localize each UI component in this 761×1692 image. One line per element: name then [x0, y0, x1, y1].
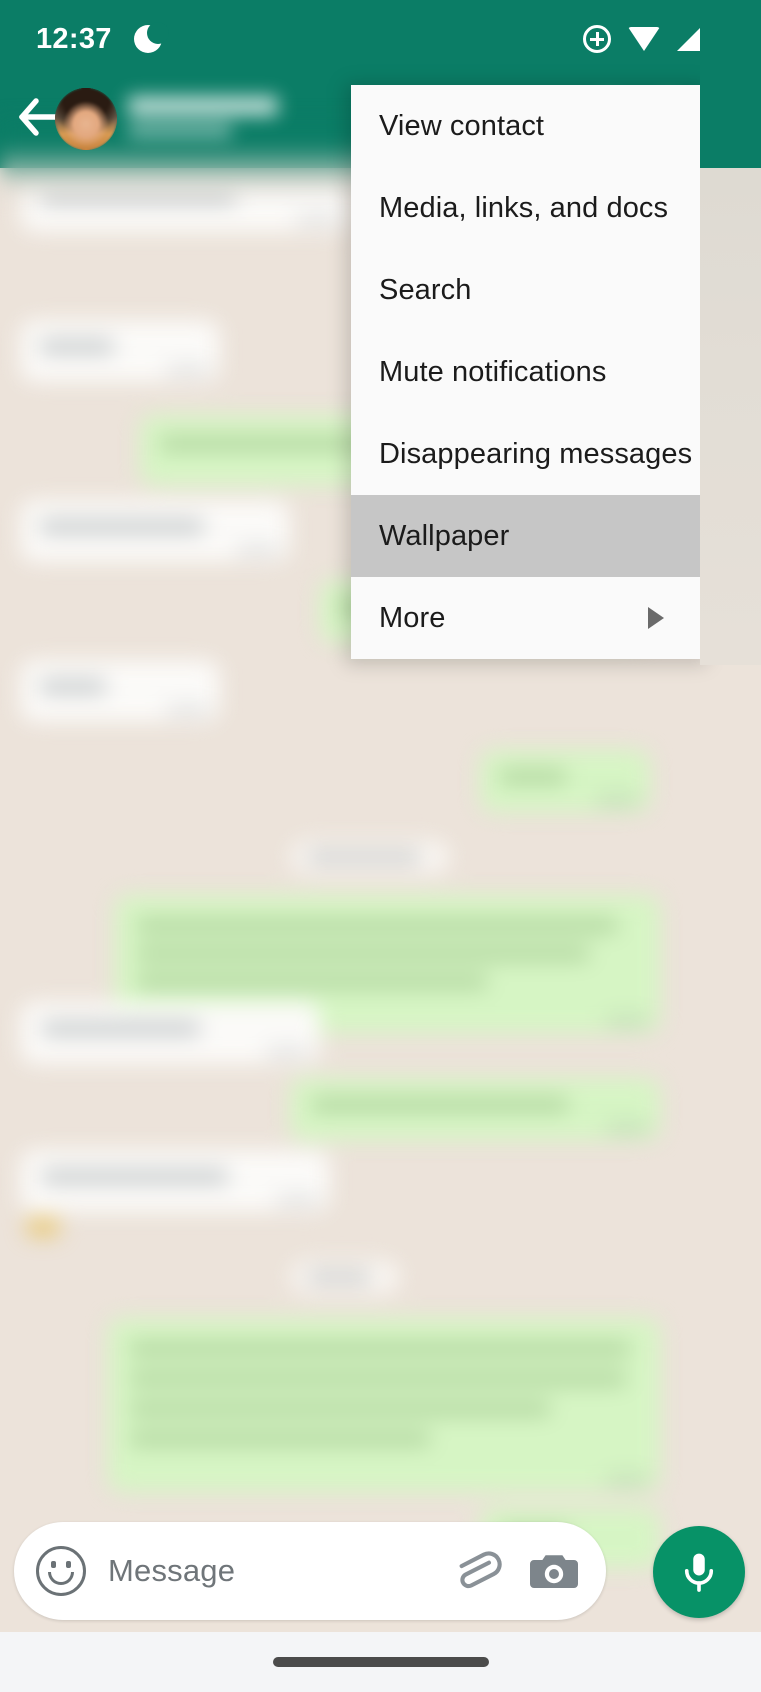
menu-item-search[interactable]: Search	[351, 249, 700, 331]
paperclip-icon[interactable]	[450, 1545, 502, 1597]
menu-item-label: Wallpaper	[379, 519, 510, 552]
location-icon	[583, 25, 611, 53]
voice-record-button[interactable]	[653, 1526, 745, 1618]
menu-item-view-contact[interactable]: View contact	[351, 85, 700, 167]
message-reaction	[22, 1206, 72, 1248]
message-input[interactable]: Message	[108, 1553, 450, 1589]
camera-icon[interactable]	[528, 1548, 580, 1594]
menu-item-label: More	[379, 601, 446, 634]
date-separator	[290, 840, 450, 874]
system-nav-bar	[0, 1632, 761, 1692]
message-bubble	[20, 320, 220, 382]
menu-item-label: Search	[379, 273, 472, 306]
dnd-moon-icon	[133, 22, 169, 53]
wifi-icon	[628, 27, 660, 51]
header-right-strip	[700, 0, 761, 168]
chevron-right-icon	[648, 607, 664, 629]
menu-item-wallpaper[interactable]: Wallpaper	[351, 495, 700, 577]
message-composer[interactable]: Message	[14, 1522, 606, 1620]
date-separator	[290, 1260, 400, 1294]
menu-item-mute-notifications[interactable]: Mute notifications	[351, 331, 700, 413]
message-bubble	[20, 660, 220, 722]
status-bar: 12:37	[0, 0, 761, 78]
contact-title-blurred[interactable]	[128, 92, 366, 148]
message-bubble	[290, 1078, 660, 1140]
menu-item-more[interactable]: More	[351, 577, 700, 659]
menu-item-label: View contact	[379, 109, 545, 142]
menu-item-label: Media, links, and docs	[379, 191, 669, 224]
emoji-smiley-icon[interactable]	[36, 1546, 86, 1596]
menu-item-media-links-and-docs[interactable]: Media, links, and docs	[351, 167, 700, 249]
message-bubble	[20, 1002, 320, 1064]
overflow-menu: View contact Media, links, and docs Search…	[351, 85, 700, 659]
menu-item-label: Disappearing messages	[379, 437, 693, 470]
home-gesture-pill[interactable]	[272, 1657, 489, 1667]
message-input-row: Message	[0, 1514, 761, 1632]
message-bubble	[480, 750, 650, 812]
message-bubble	[108, 1318, 660, 1492]
contact-avatar[interactable]	[55, 88, 117, 150]
message-bubble	[20, 1150, 330, 1212]
status-clock: 12:37	[36, 22, 112, 55]
message-bubble	[20, 500, 290, 562]
menu-item-disappearing-messages[interactable]: Disappearing messages	[351, 413, 700, 495]
background-right-strip	[700, 168, 761, 665]
status-bar-left: 12:37	[36, 22, 169, 56]
cellular-signal-icon	[677, 27, 701, 51]
phone-screen: 12:37 View contact Media, links, and doc…	[0, 0, 761, 1692]
menu-item-label: Mute notifications	[379, 355, 607, 388]
